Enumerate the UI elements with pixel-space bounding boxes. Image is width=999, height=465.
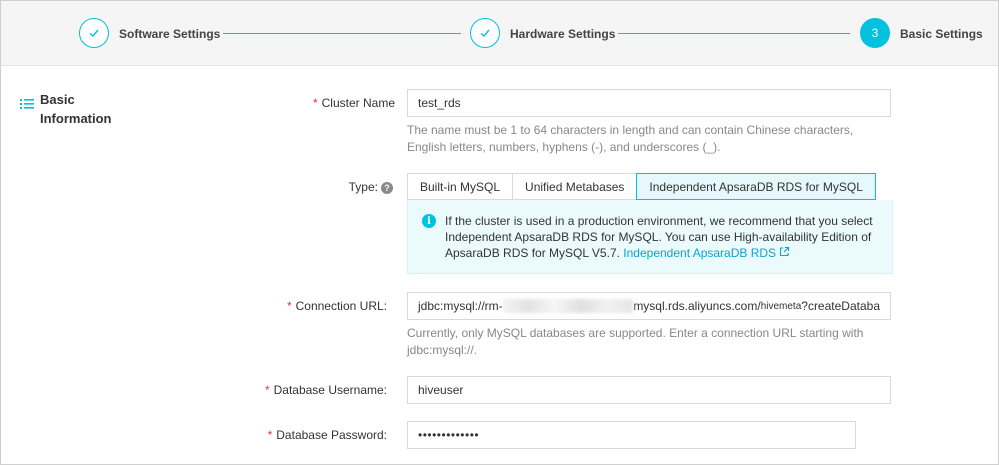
db-password-input[interactable]: ••••••••••••• bbox=[407, 421, 856, 449]
type-option-unified-metabases[interactable]: Unified Metabases bbox=[512, 173, 638, 200]
type-label: Type:? bbox=[251, 180, 393, 194]
create-cluster-wizard: Software Settings Hardware Settings 3 Ba… bbox=[0, 0, 999, 465]
independent-rds-link[interactable]: Independent ApsaraDB RDS bbox=[623, 246, 790, 260]
type-option-independent-rds[interactable]: Independent ApsaraDB RDS for MySQL bbox=[636, 173, 876, 200]
db-username-input[interactable]: hiveuser bbox=[407, 376, 891, 404]
step-2-check-icon bbox=[470, 18, 500, 48]
step-1-check-icon bbox=[79, 18, 109, 48]
connection-url-input[interactable]: jdbc:mysql://rm-mysql.rds.aliyuncs.com/h… bbox=[407, 292, 891, 320]
step-connector-1 bbox=[223, 33, 461, 34]
list-icon bbox=[20, 99, 34, 109]
connection-url-help: Currently, only MySQL databases are supp… bbox=[407, 326, 864, 357]
notice-text: If the cluster is used in a production e… bbox=[445, 214, 873, 260]
cluster-name-label: * Cluster Name bbox=[312, 96, 395, 110]
type-option-built-in-mysql[interactable]: Built-in MySQL bbox=[407, 173, 514, 200]
cluster-name-help: The name must be 1 to 64 characters in l… bbox=[407, 123, 854, 154]
type-notice: i If the cluster is used in a production… bbox=[407, 200, 893, 274]
step-1-label: Software Settings bbox=[119, 27, 221, 41]
cluster-name-input[interactable]: test_rds bbox=[407, 89, 891, 117]
step-connector-2 bbox=[618, 33, 850, 34]
type-selector: Built-in MySQL Unified Metabases Indepen… bbox=[407, 173, 876, 200]
info-icon: i bbox=[422, 214, 436, 228]
redacted-host bbox=[502, 299, 634, 313]
external-link-icon bbox=[780, 246, 790, 257]
db-username-label: * Database Username: bbox=[264, 383, 387, 397]
section-title: Basic Information bbox=[40, 92, 112, 126]
step-3-label: Basic Settings bbox=[900, 27, 983, 41]
db-password-label: * Database Password: bbox=[267, 428, 387, 442]
step-2-label: Hardware Settings bbox=[510, 27, 616, 41]
question-icon[interactable]: ? bbox=[381, 181, 393, 194]
step-3-number: 3 bbox=[860, 18, 890, 48]
connection-url-label: * Connection URL: bbox=[286, 299, 387, 313]
wizard-stepper: Software Settings Hardware Settings 3 Ba… bbox=[1, 1, 998, 66]
